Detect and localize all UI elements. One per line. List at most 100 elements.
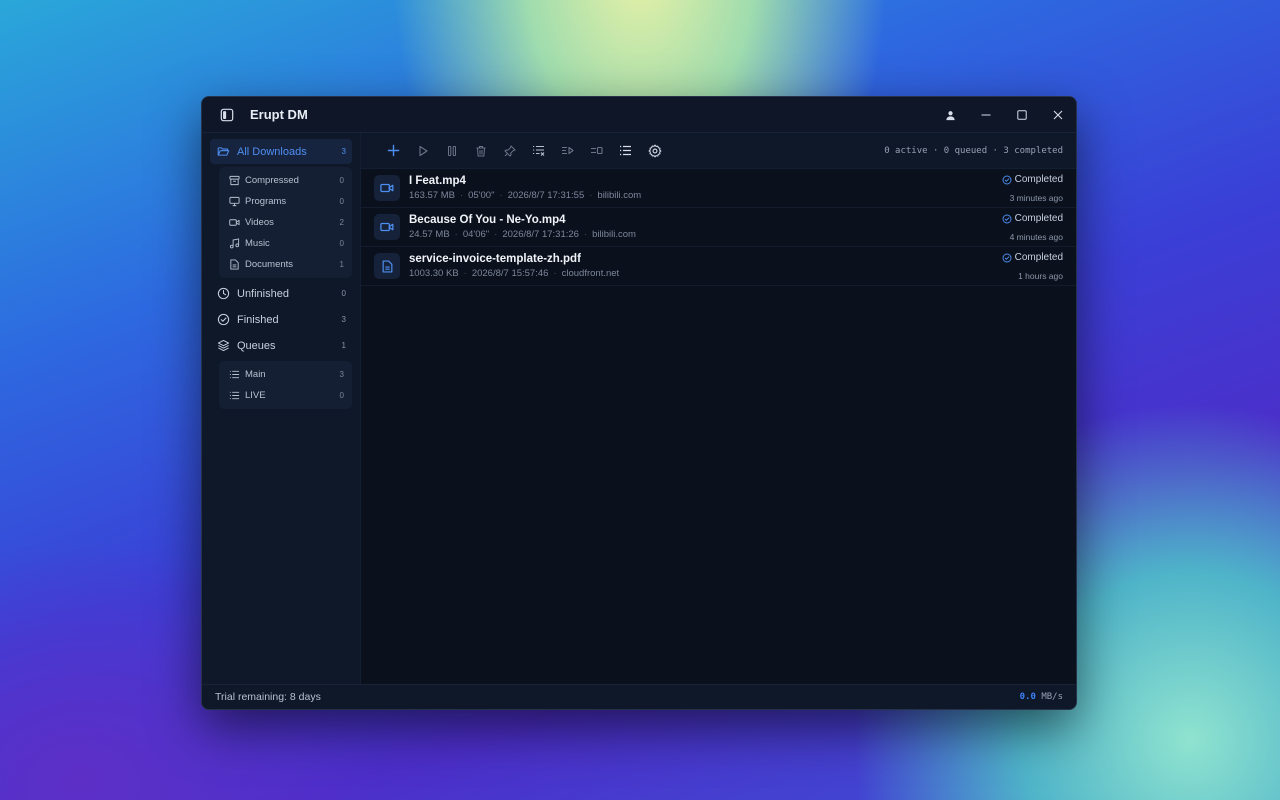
file-type-badge — [374, 253, 400, 279]
music-icon — [229, 238, 240, 249]
gear-icon — [648, 144, 661, 157]
category-compressed[interactable]: Compressed 0 — [219, 170, 352, 191]
nav-label: Unfinished — [237, 287, 289, 300]
category-label: Documents — [245, 259, 294, 270]
category-programs[interactable]: Programs 0 — [219, 191, 352, 212]
category-documents[interactable]: Documents 1 — [219, 254, 352, 275]
category-label: Programs — [245, 196, 287, 207]
category-count: 2 — [339, 218, 344, 227]
add-icon — [387, 144, 400, 157]
nav-label: Queues — [237, 339, 276, 352]
sidebar-toggle-icon[interactable] — [220, 108, 250, 122]
category-count: 0 — [339, 176, 344, 185]
account-button[interactable] — [932, 97, 968, 133]
queue-label: Main — [245, 369, 266, 380]
file-size: 163.57 MB — [409, 190, 455, 201]
trial-remaining: Trial remaining: 8 days — [215, 691, 321, 703]
file-meta: 163.57 MB · 05'00" · 2026/8/7 17:31:55 · bilib… — [409, 190, 642, 201]
download-row[interactable]: Because Of You - Ne-Yo.mp4 24.57 MB · 04'0… — [361, 208, 1076, 247]
category-group: Compressed 0 Programs 0 Videos 2 Music 0 — [219, 167, 352, 278]
file-size: 1003.30 KB — [409, 268, 459, 279]
minimize-icon — [981, 114, 991, 116]
pause-button[interactable] — [437, 139, 466, 163]
check-circle-icon — [1002, 214, 1012, 223]
clear-list-icon — [533, 145, 545, 156]
list-icon — [229, 391, 240, 400]
close-icon — [1053, 110, 1063, 120]
move-to-queue-button[interactable] — [553, 139, 582, 163]
trash-icon — [476, 145, 485, 156]
category-videos[interactable]: Videos 2 — [219, 212, 352, 233]
status-badge: Completed — [1002, 172, 1063, 188]
layers-icon — [217, 339, 230, 352]
list-icon — [620, 145, 631, 156]
document-icon — [230, 259, 239, 270]
speed-value: 0.0 — [1019, 692, 1036, 702]
status-text: Completed — [1014, 251, 1063, 263]
status-badge: Completed — [1002, 211, 1063, 227]
file-size: 24.57 MB — [409, 229, 450, 240]
nav-count: 0 — [341, 289, 346, 298]
status-badge: Completed — [1002, 250, 1063, 266]
file-name: I Feat.mp4 — [409, 175, 466, 187]
video-icon — [229, 219, 240, 226]
category-label: Music — [245, 238, 270, 249]
nav-queues[interactable]: Queues 1 — [210, 333, 352, 358]
nav-count: 1 — [341, 341, 346, 350]
nav-finished[interactable]: Finished 3 — [210, 307, 352, 332]
settings-button[interactable] — [640, 139, 669, 163]
file-meta: 24.57 MB · 04'06" · 2026/8/7 17:31:26 · bilibi… — [409, 229, 636, 240]
nav-all-downloads[interactable]: All Downloads 3 — [210, 139, 352, 164]
maximize-button[interactable] — [1004, 97, 1040, 133]
pause-icon — [447, 145, 456, 156]
file-date: 2026/8/7 15:57:46 — [471, 268, 549, 279]
download-list: I Feat.mp4 163.57 MB · 05'00" · 2026/8/7 17:… — [361, 169, 1076, 286]
category-label: Videos — [245, 217, 274, 228]
close-button[interactable] — [1040, 97, 1076, 133]
status-text: Completed — [1014, 173, 1063, 185]
time-ago: 3 minutes ago — [1009, 192, 1063, 203]
category-count: 0 — [339, 197, 344, 206]
toolbar: 0 active · 0 queued · 3 completed — [361, 133, 1076, 169]
download-row[interactable]: service-invoice-template-zh.pdf 1003.30 … — [361, 247, 1076, 286]
queue-main[interactable]: Main 3 — [219, 364, 352, 385]
maximize-icon — [1017, 110, 1027, 120]
time-ago: 1 hours ago — [1018, 270, 1063, 281]
download-row[interactable]: I Feat.mp4 163.57 MB · 05'00" · 2026/8/7 17:… — [361, 169, 1076, 208]
file-name: service-invoice-template-zh.pdf — [409, 253, 581, 265]
file-type-badge — [374, 175, 400, 201]
nav-unfinished[interactable]: Unfinished 0 — [210, 281, 352, 306]
delete-button[interactable] — [466, 139, 495, 163]
category-music[interactable]: Music 0 — [219, 233, 352, 254]
main-panel: 0 active · 0 queued · 3 completed I Feat… — [361, 133, 1076, 684]
title-bar[interactable]: Erupt DM — [202, 97, 1076, 133]
video-icon — [380, 222, 394, 232]
clear-completed-button[interactable] — [524, 139, 553, 163]
toggle-view-button[interactable] — [582, 139, 611, 163]
category-count: 1 — [339, 260, 344, 269]
folder-open-icon — [217, 147, 230, 156]
minimize-button[interactable] — [968, 97, 1004, 133]
add-download-button[interactable] — [379, 139, 408, 163]
clock-icon — [217, 287, 230, 300]
pin-icon — [504, 145, 515, 156]
start-button[interactable] — [408, 139, 437, 163]
queue-label: LIVE — [245, 390, 266, 401]
file-source: cloudfront.net — [561, 268, 620, 279]
play-icon — [418, 145, 428, 156]
queue-group: Main 3 LIVE 0 — [219, 361, 352, 409]
user-icon — [945, 110, 955, 120]
video-icon — [380, 183, 394, 193]
pin-button[interactable] — [495, 139, 524, 163]
list-view-button[interactable] — [611, 139, 640, 163]
nav-label: All Downloads — [237, 145, 307, 158]
queue-live[interactable]: LIVE 0 — [219, 385, 352, 406]
file-name: Because Of You - Ne-Yo.mp4 — [409, 214, 566, 226]
check-circle-icon — [1002, 253, 1012, 262]
file-duration: 05'00" — [468, 190, 495, 201]
queue-count: 3 — [339, 370, 344, 379]
archive-icon — [229, 175, 240, 186]
status-text: Completed — [1014, 212, 1063, 224]
file-date: 2026/8/7 17:31:26 — [502, 229, 579, 240]
list-icon — [229, 370, 240, 379]
